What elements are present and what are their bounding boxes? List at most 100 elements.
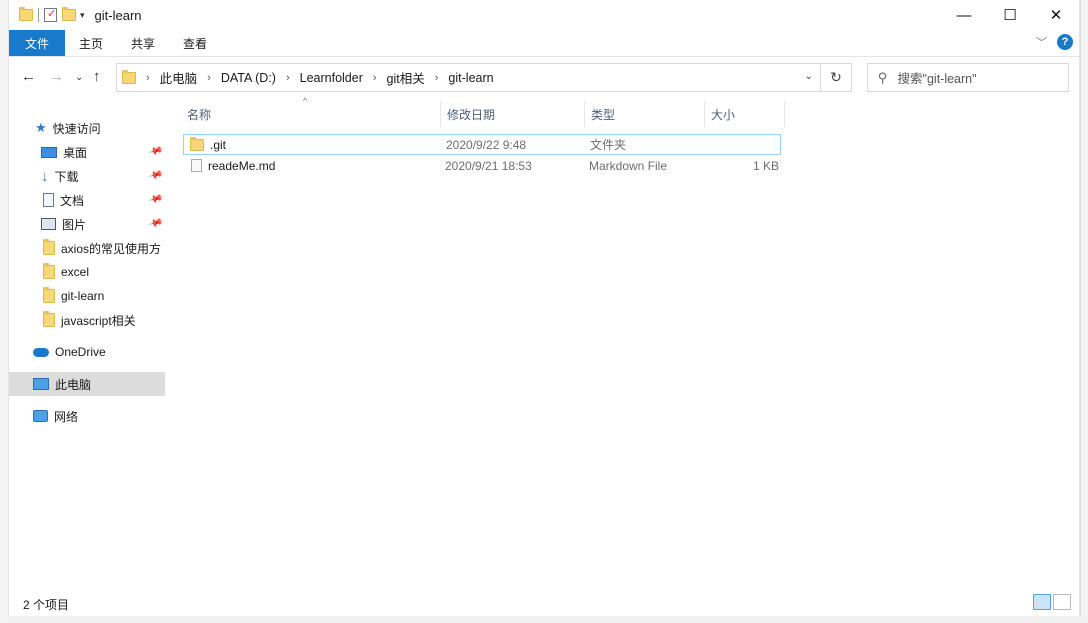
file-date: 2020/9/21 18:53 xyxy=(445,158,532,173)
column-label: 修改日期 xyxy=(447,107,496,122)
breadcrumb-separator[interactable]: › xyxy=(435,72,439,84)
search-input[interactable]: ⚲ 搜索"git-learn" xyxy=(867,63,1069,92)
breadcrumb-git-learn[interactable]: git-learn xyxy=(448,71,493,85)
close-button[interactable]: ✕ xyxy=(1033,0,1079,30)
nav-folder-javascript[interactable]: javascript相关 xyxy=(9,308,165,332)
nav-documents[interactable]: 文档 📌 xyxy=(9,188,165,212)
file-size xyxy=(710,134,780,155)
view-toggle xyxy=(1033,594,1071,610)
quick-access-toolbar: ▾ xyxy=(19,7,85,22)
nav-label: 桌面 xyxy=(63,145,88,160)
breadcrumb-git-related[interactable]: git相关 xyxy=(387,68,425,87)
folder-icon xyxy=(43,287,55,303)
address-bar[interactable]: › 此电脑 › DATA (D:) › Learnfolder › git相关 … xyxy=(116,63,852,92)
nav-label: 下载 xyxy=(54,169,79,184)
folder-icon xyxy=(43,239,55,255)
up-arrow-icon[interactable]: ↑ xyxy=(93,68,101,85)
file-size: 1 KB xyxy=(752,158,779,173)
folder-icon xyxy=(43,263,55,279)
breadcrumb-this-pc[interactable]: 此电脑 xyxy=(160,68,198,87)
large-icons-view-button[interactable] xyxy=(1053,594,1071,610)
column-header-type[interactable]: 类型 xyxy=(585,101,705,127)
column-header-size[interactable]: 大小 xyxy=(705,101,785,127)
nav-label: excel xyxy=(61,265,90,279)
folder-icon xyxy=(43,311,55,327)
status-item-count: 2 个项目 xyxy=(23,598,70,612)
download-icon: ↓ xyxy=(41,167,49,185)
nav-this-pc[interactable]: 此电脑 xyxy=(9,372,165,396)
address-dropdown-icon[interactable]: ⌄ xyxy=(805,71,813,82)
nav-label: 快速访问 xyxy=(52,121,101,136)
breadcrumb-separator[interactable]: › xyxy=(207,72,211,84)
recent-locations-icon[interactable]: ⌄ xyxy=(75,72,83,83)
nav-pictures[interactable]: 图片 📌 xyxy=(9,212,165,236)
file-name: readeMe.md xyxy=(208,158,276,173)
tab-view[interactable]: 查看 xyxy=(169,30,221,56)
file-name-cell: .git xyxy=(184,134,446,155)
back-arrow-icon[interactable]: ← xyxy=(21,68,36,85)
nav-folder-excel[interactable]: excel xyxy=(9,260,165,284)
computer-icon xyxy=(33,378,49,390)
window-title: git-learn xyxy=(94,7,142,23)
nav-folder-git-learn[interactable]: git-learn xyxy=(9,284,165,308)
details-view-button[interactable] xyxy=(1033,594,1051,610)
pin-icon: 📌 xyxy=(146,167,163,184)
background-right xyxy=(1080,0,1088,623)
pictures-icon xyxy=(41,218,56,230)
properties-icon[interactable] xyxy=(44,7,57,22)
breadcrumb-separator[interactable]: › xyxy=(286,72,290,84)
column-header-name[interactable]: ^ 名称 xyxy=(181,96,441,127)
nav-downloads[interactable]: ↓ 下载 📌 xyxy=(9,164,165,188)
pin-icon: 📌 xyxy=(146,191,163,208)
file-type: 文件夹 xyxy=(590,138,627,152)
nav-label: axios的常见使用方 xyxy=(61,241,162,256)
nav-quick-access[interactable]: ★ 快速访问 xyxy=(9,116,165,140)
nav-label: OneDrive xyxy=(55,345,106,359)
nav-label: 网络 xyxy=(54,409,79,424)
column-label: 类型 xyxy=(591,107,616,122)
breadcrumb-separator[interactable]: › xyxy=(373,72,377,84)
file-name-cell: readeMe.md xyxy=(183,155,445,176)
new-folder-icon[interactable] xyxy=(62,7,76,21)
file-row[interactable]: .git 2020/9/22 9:48 文件夹 xyxy=(183,134,781,155)
maximize-button[interactable]: ☐ xyxy=(987,0,1033,30)
ribbon-tabs: 文件 主页 共享 查看 ﹀ ? xyxy=(9,30,1079,56)
breadcrumb-data-drive[interactable]: DATA (D:) xyxy=(221,71,276,85)
nav-desktop[interactable]: 桌面 📌 xyxy=(9,140,165,164)
minimize-button[interactable]: — xyxy=(941,0,987,30)
file-row[interactable]: readeMe.md 2020/9/21 18:53 Markdown File… xyxy=(183,155,781,176)
forward-arrow-icon[interactable]: → xyxy=(49,68,64,85)
title-bar: ▾ git-learn — ☐ ✕ xyxy=(9,0,1079,30)
nav-label: git-learn xyxy=(61,289,105,303)
address-folder-icon xyxy=(122,69,136,84)
nav-label: 此电脑 xyxy=(55,377,92,392)
column-label: 名称 xyxy=(187,107,212,122)
tab-share[interactable]: 共享 xyxy=(117,30,169,56)
nav-label: javascript相关 xyxy=(61,313,136,328)
background-bottom xyxy=(8,616,1088,623)
column-header-date[interactable]: 修改日期 xyxy=(441,101,585,127)
cloud-icon xyxy=(33,347,49,357)
qat-dropdown-icon[interactable]: ▾ xyxy=(80,10,85,21)
column-label: 大小 xyxy=(711,107,736,122)
navigation-pane: ★ 快速访问 桌面 📌 ↓ 下载 📌 文档 📌 图片 📌 axios的常见使用方 xyxy=(9,114,167,424)
network-icon xyxy=(33,410,48,422)
file-name: .git xyxy=(210,137,227,152)
nav-network[interactable]: 网络 xyxy=(9,404,165,428)
tab-file[interactable]: 文件 xyxy=(9,30,65,56)
help-icon[interactable]: ? xyxy=(1057,34,1073,50)
expand-ribbon-icon[interactable]: ﹀ xyxy=(1036,34,1047,50)
pin-icon: 📌 xyxy=(146,215,163,232)
star-icon: ★ xyxy=(35,120,47,135)
file-type: Markdown File xyxy=(589,158,668,173)
nav-onedrive[interactable]: OneDrive xyxy=(9,340,165,364)
document-icon xyxy=(43,193,54,207)
nav-label: 文档 xyxy=(60,193,85,208)
refresh-icon[interactable]: ↻ xyxy=(820,63,851,92)
breadcrumb-separator[interactable]: › xyxy=(146,72,150,84)
nav-folder-axios[interactable]: axios的常见使用方 xyxy=(9,236,165,260)
nav-label: 图片 xyxy=(62,217,87,232)
window-controls: — ☐ ✕ xyxy=(941,0,1079,30)
tab-home[interactable]: 主页 xyxy=(65,30,117,56)
breadcrumb-learnfolder[interactable]: Learnfolder xyxy=(300,71,363,85)
